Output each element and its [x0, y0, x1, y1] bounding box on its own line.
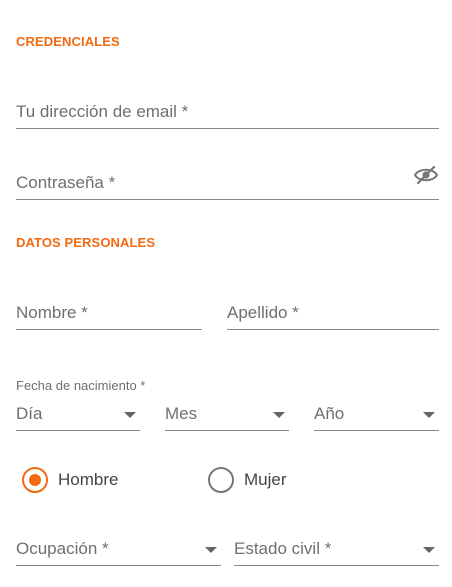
radio-checked-icon[interactable] — [22, 467, 48, 493]
birth-day-value: Día — [16, 404, 43, 423]
marital-status-value: Estado civil * — [234, 539, 332, 558]
birth-month-value: Mes — [165, 404, 198, 423]
last-name-input[interactable] — [227, 299, 439, 329]
chevron-down-icon — [205, 547, 217, 553]
eye-slash-icon[interactable] — [413, 165, 439, 185]
gender-label-hombre: Hombre — [58, 470, 119, 489]
gender-radio-mujer[interactable]: Mujer — [208, 467, 287, 493]
chevron-down-icon — [423, 412, 435, 418]
birth-year-select[interactable]: Año — [314, 395, 439, 431]
chevron-down-icon — [423, 547, 435, 553]
gender-radio-hombre[interactable]: Hombre — [22, 467, 118, 493]
chevron-down-icon — [124, 412, 136, 418]
email-field[interactable]: Tu dirección de email * — [16, 92, 439, 129]
birth-month-select[interactable]: Mes — [165, 395, 289, 431]
last-name-field[interactable]: Apellido * — [227, 292, 439, 330]
gender-label-mujer: Mujer — [244, 470, 287, 489]
password-input[interactable] — [16, 169, 405, 199]
first-name-field[interactable]: Nombre * — [16, 292, 202, 330]
occupation-select[interactable]: Ocupación * — [16, 528, 221, 566]
radio-unchecked-icon[interactable] — [208, 467, 234, 493]
birthdate-label: Fecha de nacimiento * — [16, 378, 146, 393]
occupation-value: Ocupación * — [16, 539, 109, 558]
password-field[interactable]: Contraseña * — [16, 162, 439, 200]
chevron-down-icon — [273, 412, 285, 418]
first-name-input[interactable] — [16, 299, 202, 329]
birth-year-value: Año — [314, 404, 345, 423]
email-input[interactable] — [16, 98, 439, 128]
section-title-credentials: CREDENCIALES — [16, 34, 120, 49]
birth-day-select[interactable]: Día — [16, 395, 140, 431]
section-title-personal: DATOS PERSONALES — [16, 235, 156, 250]
marital-status-select[interactable]: Estado civil * — [234, 528, 439, 566]
